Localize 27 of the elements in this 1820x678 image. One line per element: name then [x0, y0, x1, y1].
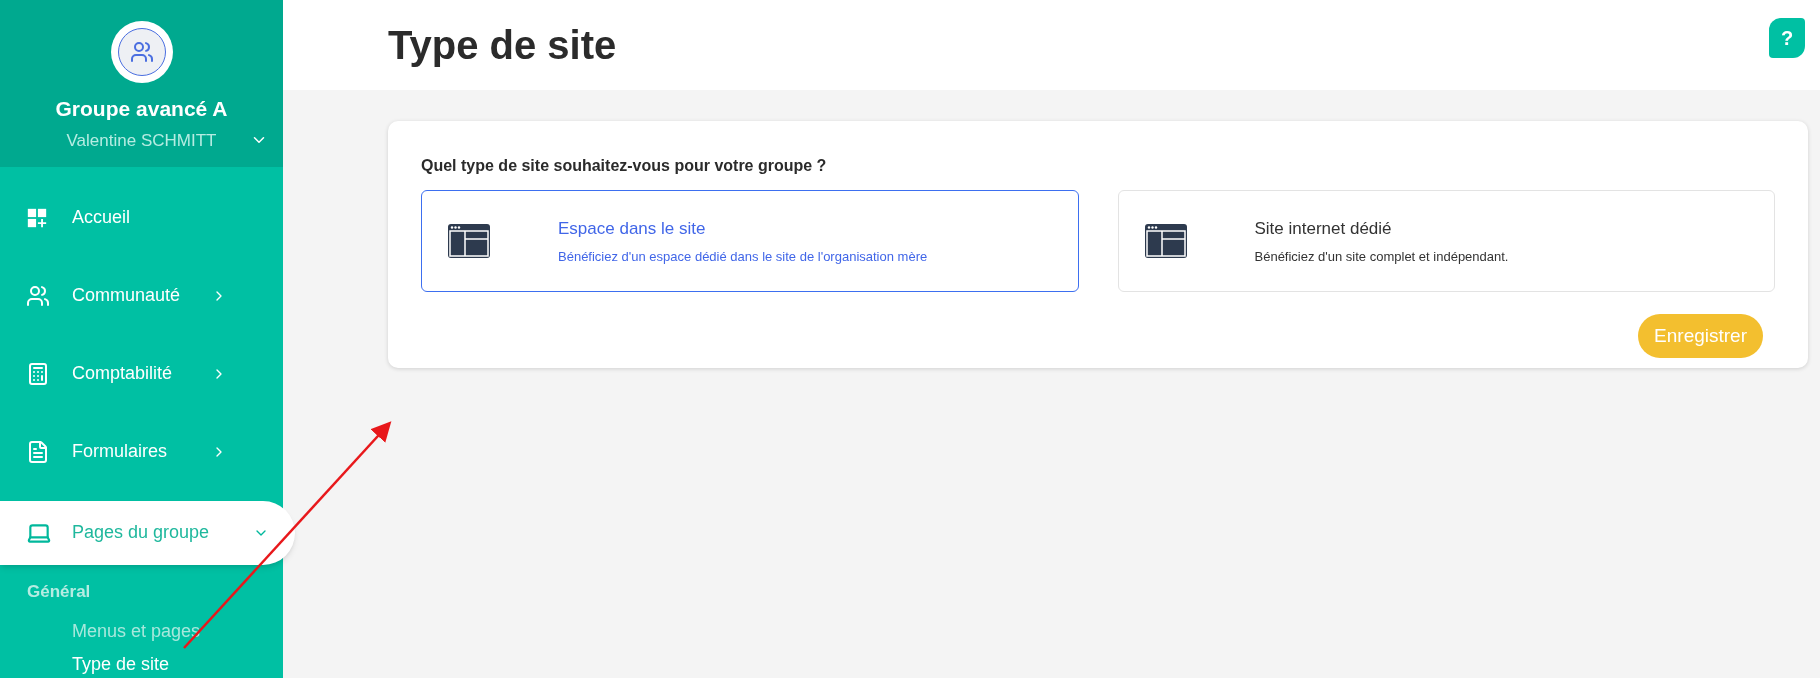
grid-plus-icon	[26, 206, 48, 229]
save-button[interactable]: Enregistrer	[1638, 314, 1763, 358]
sidebar-item[interactable]: Formulaires	[0, 412, 283, 491]
option-description: Bénéficiez d'un espace dédié dans le site de l'organisation mère	[558, 247, 928, 266]
option-description: Bénéficiez d'un site complet et indépendant.	[1254, 247, 1509, 266]
user-name: Valentine SCHMITT	[66, 129, 217, 152]
users-icon	[26, 283, 50, 308]
sidebar-item[interactable]: Pages du groupe	[0, 500, 295, 565]
site-type-option[interactable]: Espace dans le site Bénéficiez d'un espace dédié dans le site de l'organisation mère	[421, 190, 1079, 292]
submenu-link[interactable]: Type de site	[72, 651, 283, 678]
layout-window-icon	[1144, 224, 1187, 258]
sidebar-item[interactable]: Accueil	[0, 178, 283, 257]
calculator-icon	[26, 361, 50, 386]
option-title: Site internet dédié	[1254, 218, 1393, 240]
layout-window-icon	[448, 224, 490, 258]
document-icon	[26, 439, 50, 464]
submenu-heading: Général	[26, 580, 92, 603]
sidebar-item[interactable]: Comptabilité	[0, 334, 283, 413]
group-name: Groupe avancé A	[55, 96, 228, 122]
option-title: Espace dans le site	[558, 218, 707, 240]
group-icon	[129, 40, 154, 64]
help-button[interactable]: ?	[1769, 17, 1805, 58]
sidebar-item[interactable]: Communauté	[0, 256, 283, 335]
question-text: Quel type de site souhaitez-vous pour votre groupe ?	[421, 156, 828, 176]
page-title: Type de site	[388, 22, 617, 69]
site-type-option[interactable]: Site internet dédié Bénéficiez d'un site complet et indépendant.	[1117, 190, 1775, 292]
submenu-link[interactable]: Menus et pages	[72, 618, 283, 645]
